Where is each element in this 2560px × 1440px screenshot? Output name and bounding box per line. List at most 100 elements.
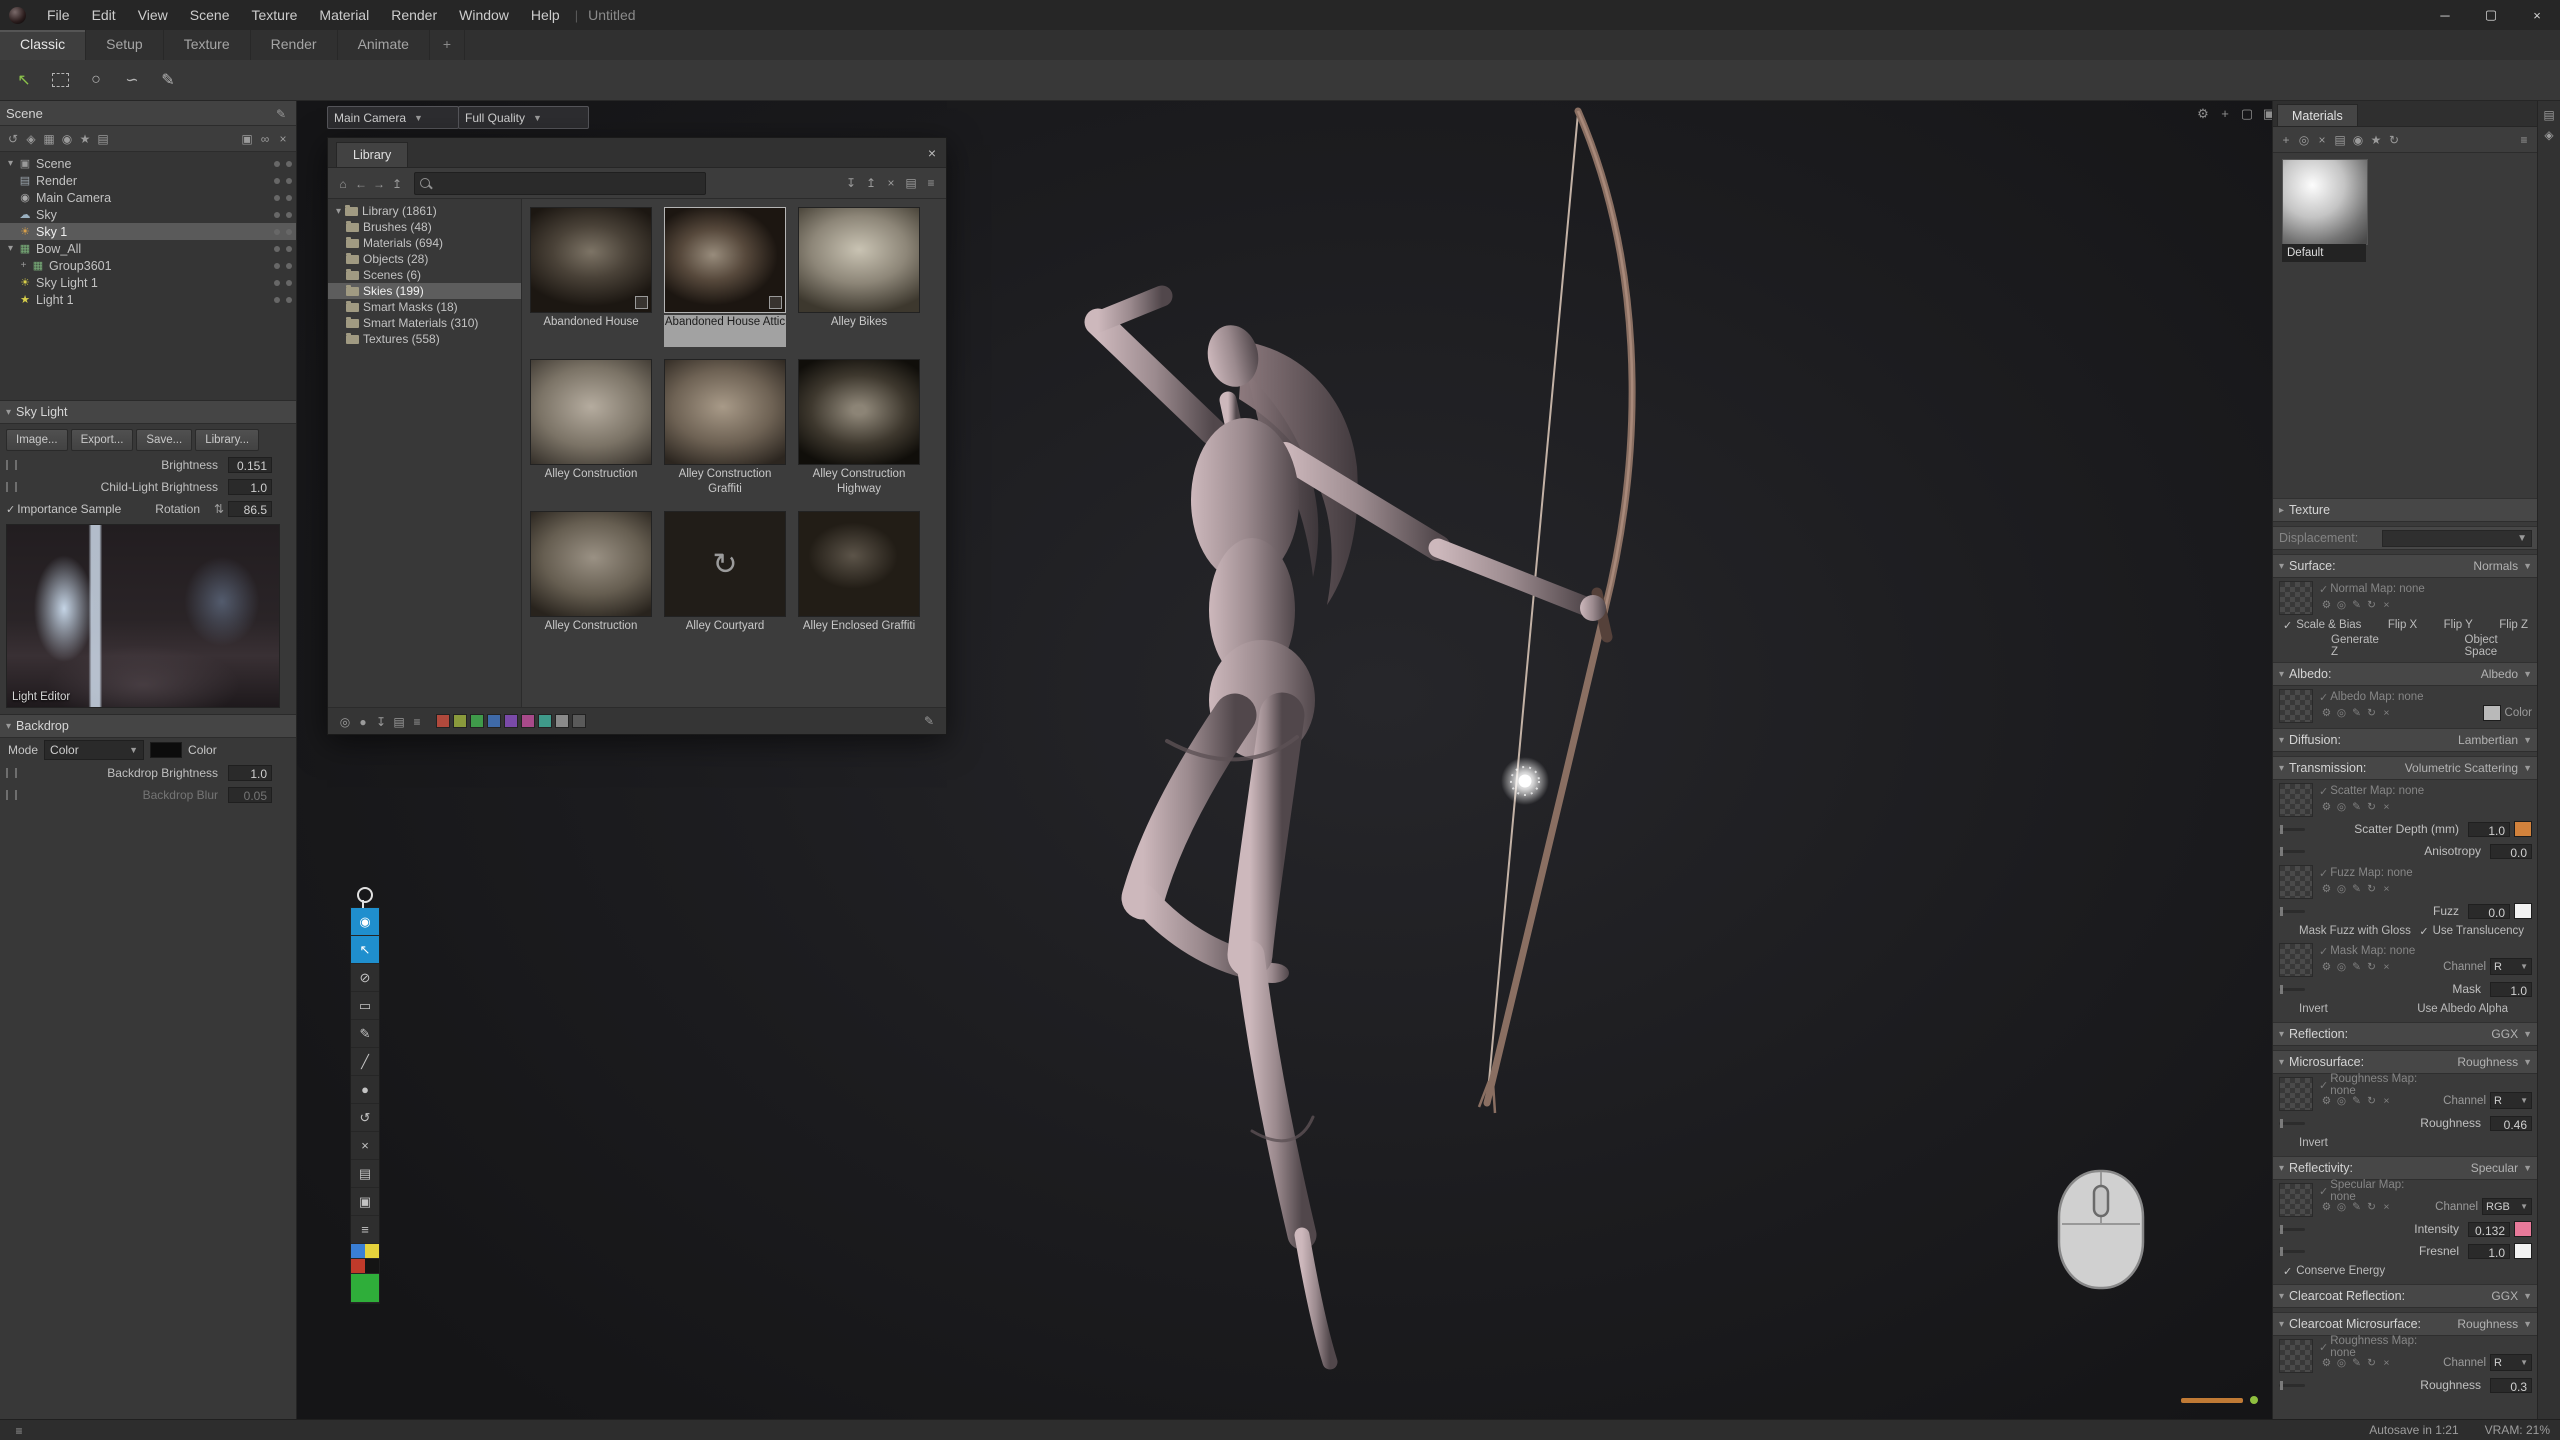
material-sphere-thumbnail[interactable]	[2282, 159, 2368, 245]
menu-scene[interactable]: Scene	[179, 0, 241, 30]
gear-icon[interactable]: ⚙	[2319, 708, 2334, 719]
checkbox-icon[interactable]: ✓	[2319, 1185, 2328, 1198]
zoom-icon[interactable]: ◎	[2334, 1358, 2349, 1369]
export-icon[interactable]: ↥	[862, 177, 880, 189]
pencil-icon[interactable]: ✎	[2349, 962, 2364, 973]
clearcoat-microsurface-section-header[interactable]: ▾ Clearcoat Microsurface: Roughness▼	[2273, 1312, 2537, 1336]
node-toggles[interactable]	[266, 280, 292, 286]
clearcoat-reflection-dropdown[interactable]: GGX▼	[2491, 1289, 2532, 1303]
search-input[interactable]	[435, 175, 700, 191]
node-toggles[interactable]	[266, 178, 292, 184]
scatter-depth-input[interactable]: 1.0	[2468, 822, 2510, 837]
slider-grip[interactable]	[6, 768, 17, 778]
color-swatch[interactable]	[436, 714, 450, 728]
folder-smart-masks[interactable]: Smart Masks (18)	[328, 299, 521, 315]
backdrop-color-swatch[interactable]	[150, 742, 182, 758]
pencil-icon[interactable]: ✎	[272, 108, 290, 120]
minimize-button[interactable]: ─	[2422, 0, 2468, 30]
flip-x-checkbox[interactable]: Flip X	[2388, 619, 2417, 631]
albedo-section-header[interactable]: ▾ Albedo: Albedo▼	[2273, 662, 2537, 686]
select-cursor-tool[interactable]: ↖	[8, 65, 40, 95]
add-icon[interactable]: +	[2277, 134, 2295, 146]
asset-cell[interactable]: Alley Construction	[530, 511, 652, 651]
color-swatch[interactable]	[487, 714, 501, 728]
fuzz-color-swatch[interactable]	[2514, 903, 2532, 919]
flag-icon[interactable]: ◈	[2540, 129, 2558, 141]
scene-node-bow-all[interactable]: ▾ ▦ Bow_All	[0, 240, 296, 257]
albedo-type-dropdown[interactable]: Albedo▼	[2481, 667, 2532, 681]
checkbox-icon[interactable]: ✓	[2319, 1079, 2328, 1092]
refresh-icon[interactable]: ↻	[2364, 962, 2379, 973]
collapse-icon[interactable]: ▾	[2279, 763, 2284, 774]
gear-icon[interactable]: ⚙	[2319, 1358, 2334, 1369]
expander-icon[interactable]: ▾	[332, 206, 345, 217]
lasso-select-tool[interactable]: ∽	[116, 65, 148, 95]
mask-input[interactable]: 1.0	[2490, 982, 2532, 997]
light-icon[interactable]: ★	[76, 133, 94, 145]
dot-icon[interactable]: ●	[354, 716, 372, 728]
node-toggles[interactable]	[266, 229, 292, 235]
menu-file[interactable]: File	[36, 0, 81, 30]
refresh-icon[interactable]: ↻	[2364, 708, 2379, 719]
collapse-icon[interactable]: ▾	[6, 407, 11, 418]
layout-icon[interactable]: ▣	[2260, 107, 2272, 120]
library-button[interactable]: Library...	[195, 429, 259, 451]
mask-tool[interactable]: ⊘	[351, 964, 379, 992]
sphere-icon[interactable]: ◎	[2295, 134, 2313, 146]
pencil-icon[interactable]: ✎	[2349, 884, 2364, 895]
forward-icon[interactable]: →	[370, 178, 388, 190]
texture-slot[interactable]	[2279, 689, 2313, 723]
scene-node-sky[interactable]: ☁ Sky	[0, 206, 296, 223]
folder-smart-materials[interactable]: Smart Materials (310)	[328, 315, 521, 331]
marquee-select-tool[interactable]	[44, 65, 76, 95]
use-translucency-checkbox[interactable]: ✓Use Translucency	[2419, 925, 2524, 938]
child-brightness-input[interactable]: 1.0	[228, 479, 272, 495]
folder-library[interactable]: ▾ Library (1861)	[328, 203, 521, 219]
zoom-icon[interactable]: ◎	[2334, 1202, 2349, 1213]
grid-icon[interactable]: ▤	[390, 716, 408, 728]
trash-icon[interactable]: ×	[2313, 134, 2331, 146]
clearcoat-reflection-section-header[interactable]: ▾ Clearcoat Reflection: GGX▼	[2273, 1284, 2537, 1308]
remove-icon[interactable]: ×	[2379, 1096, 2394, 1107]
asset-thumbnail[interactable]	[664, 207, 786, 313]
albedo-color-swatch[interactable]	[2483, 705, 2501, 721]
list-icon[interactable]: ≡	[408, 716, 426, 728]
asset-cell[interactable]: Abandoned House	[530, 207, 652, 347]
camera-icon[interactable]: ◉	[2349, 134, 2367, 146]
scene-node-render[interactable]: ▤ Render	[0, 172, 296, 189]
slider[interactable]	[2279, 828, 2305, 831]
material-name[interactable]: Default	[2282, 244, 2366, 262]
pencil-icon[interactable]: ✎	[2349, 600, 2364, 611]
trash-icon[interactable]: ×	[882, 177, 900, 189]
refresh-icon[interactable]: ↻	[2385, 134, 2403, 146]
surface-type-dropdown[interactable]: Normals▼	[2473, 559, 2532, 573]
channel-select[interactable]: R▼	[2490, 1092, 2532, 1109]
scene-node-main-camera[interactable]: ◉ Main Camera	[0, 189, 296, 206]
texture-slot[interactable]	[2279, 1183, 2313, 1217]
zoom-icon[interactable]: ◎	[2334, 802, 2349, 813]
slider[interactable]	[2279, 910, 2305, 913]
tab-setup[interactable]: Setup	[86, 30, 164, 60]
gear-icon[interactable]: ⚙	[2319, 802, 2334, 813]
node-toggles[interactable]	[266, 212, 292, 218]
list-tool[interactable]: ≡	[351, 1216, 379, 1244]
flip-z-checkbox[interactable]: Flip Z	[2499, 619, 2528, 631]
folder-textures[interactable]: Textures (558)	[328, 331, 521, 347]
remove-icon[interactable]: ×	[2379, 600, 2394, 611]
diffusion-type-dropdown[interactable]: Lambertian▼	[2458, 733, 2532, 747]
fresnel-input[interactable]: 1.0	[2468, 1244, 2510, 1259]
texture-section-header[interactable]: ▸ Texture	[2273, 498, 2537, 522]
asset-thumbnail[interactable]	[530, 511, 652, 617]
refresh-icon[interactable]: ↻	[2364, 1202, 2379, 1213]
color-swatch[interactable]	[453, 714, 467, 728]
home-icon[interactable]: ⌂	[334, 178, 352, 190]
add-tab-button[interactable]: +	[430, 30, 465, 60]
dot-tool[interactable]: ●	[351, 1076, 379, 1104]
channel-select[interactable]: RGB▼	[2482, 1198, 2532, 1215]
checkbox-checked-icon[interactable]: ✓	[6, 503, 15, 516]
pencil-icon[interactable]: ✎	[2349, 1202, 2364, 1213]
menu-render[interactable]: Render	[380, 0, 448, 30]
color-swatch[interactable]	[521, 714, 535, 728]
anisotropy-input[interactable]: 0.0	[2490, 844, 2532, 859]
channel-select[interactable]: R▼	[2490, 1354, 2532, 1371]
